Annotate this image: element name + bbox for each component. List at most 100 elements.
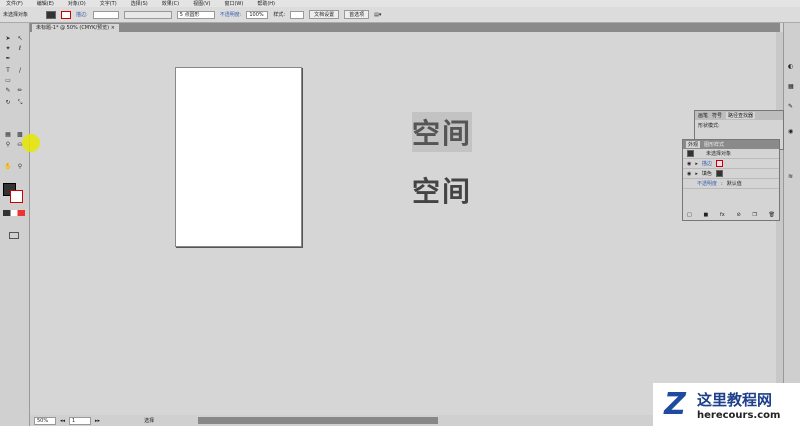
watermark-logo: Z [664, 387, 686, 422]
tab-pathfinder[interactable]: 路径查找器 [726, 112, 756, 119]
arrange-icon[interactable]: ▤▾ [374, 12, 381, 18]
menu-edit[interactable]: 编辑(E) [37, 0, 54, 7]
add-effect-icon[interactable]: fx [720, 212, 725, 218]
control-bar: 未选择对象 描边: 5 点圆形 不透明度: 100% 样式: 文档设置 首选项 … [0, 7, 800, 23]
object-label: 未选择对象 [706, 151, 732, 157]
brush-tool-icon[interactable]: ✎ [4, 87, 12, 94]
appearance-tabs: 外观 图形样式 [683, 140, 779, 149]
menu-help[interactable]: 帮助(H) [257, 0, 275, 7]
direct-selection-tool-icon[interactable]: ↖ [16, 35, 24, 42]
pen-tool-icon[interactable]: ✒ [4, 55, 12, 62]
menu-view[interactable]: 视图(V) [193, 0, 210, 7]
zoom-tool-icon[interactable]: ⚲ [16, 163, 24, 170]
selection-status: 未选择对象 [3, 12, 29, 18]
pencil-tool-icon[interactable]: ✏ [16, 87, 24, 94]
first-page-icon[interactable]: ◂◂ [60, 418, 65, 424]
expand-arrow-icon[interactable]: ▸ [695, 171, 698, 177]
artboard-select[interactable]: 1 [69, 416, 92, 425]
hand-tool-icon[interactable]: ✋ [4, 163, 12, 170]
stroke-color-box[interactable] [10, 190, 23, 203]
tab-symbols[interactable]: 符号 [712, 112, 722, 119]
appearance-fill-row[interactable]: ◉ ▸ 填色 [683, 169, 779, 179]
tab-appearance[interactable]: 外观 [686, 141, 701, 148]
stroke-row-label[interactable]: 描边 [702, 160, 712, 167]
menu-select[interactable]: 选择(S) [131, 0, 148, 7]
screen-mode-icon[interactable] [9, 232, 19, 239]
add-fill-icon[interactable]: ■ [703, 212, 708, 218]
visibility-eye-icon[interactable]: ◉ [687, 161, 691, 167]
line-tool-icon[interactable]: / [16, 67, 24, 74]
canvas-text-outlined[interactable]: 空间 [412, 112, 473, 152]
duplicate-icon[interactable]: ❐ [752, 212, 756, 218]
tab-graphic-styles[interactable]: 图形样式 [704, 141, 724, 148]
appearance-object-row: 未选择对象 [683, 149, 779, 159]
selection-tool-icon[interactable]: ➤ [4, 35, 12, 42]
brush-select[interactable]: 5 点圆形 [176, 10, 215, 19]
panel-dock: ◐ ▦ ✎ ◉ ≋ [783, 23, 800, 426]
menu-effect[interactable]: 效果(C) [162, 0, 179, 7]
document-setup-button[interactable]: 文档设置 [309, 10, 340, 19]
next-page-icon[interactable]: ▸▸ [95, 418, 100, 424]
appearance-panel-icon[interactable]: ◉ [788, 128, 793, 135]
color-panel-icon[interactable]: ◐ [788, 63, 793, 70]
style-label: 样式: [273, 12, 286, 18]
opacity-row-label[interactable]: 不透明度 [697, 180, 717, 187]
color-mode-buttons[interactable] [3, 210, 25, 216]
opacity-row-value: 默认值 [726, 181, 742, 187]
delete-icon[interactable]: 🗑 [769, 212, 775, 218]
style-select[interactable] [290, 10, 305, 19]
vertical-scrollbar[interactable] [776, 32, 783, 412]
menu-object[interactable]: 对象(O) [68, 0, 86, 7]
document-tab[interactable]: 未标题-1* @ 50% (CMYK/预览) × [32, 24, 119, 32]
scale-tool-icon[interactable]: ⤡ [16, 99, 24, 106]
stroke-swatch[interactable] [61, 10, 71, 19]
stroke-weight-input[interactable] [92, 10, 119, 19]
stroke-label[interactable]: 描边: [76, 11, 88, 18]
artboard[interactable] [175, 67, 302, 247]
menu-file[interactable]: 文件(F) [6, 0, 23, 7]
menu-window[interactable]: 窗口(W) [224, 0, 243, 7]
document-tab-bar: 未标题-1* @ 50% (CMYK/预览) × [30, 23, 780, 32]
watermark-url: herecours.com [697, 409, 781, 421]
opacity-label[interactable]: 不透明度: [220, 11, 242, 18]
close-icon[interactable]: × [111, 25, 115, 31]
current-tool-status: 选择 [144, 418, 155, 424]
canvas-text[interactable]: 空间 [412, 170, 472, 210]
appearance-opacity-row[interactable]: 不透明度: 默认值 [683, 179, 779, 189]
preferences-button[interactable]: 首选项 [344, 10, 370, 19]
object-thumbnail [687, 150, 694, 157]
cursor-highlight [22, 134, 40, 152]
shape-modes-label: 形状模式: [698, 123, 720, 129]
expand-arrow-icon[interactable]: ▸ [695, 161, 698, 167]
watermark: Z 这里教程网 herecours.com [653, 383, 800, 426]
layers-panel-icon[interactable]: ≋ [788, 173, 793, 180]
appearance-stroke-row[interactable]: ◉ ▸ 描边 [683, 159, 779, 169]
visibility-eye-icon[interactable]: ◉ [687, 171, 691, 177]
opacity-input[interactable]: 100% [246, 10, 269, 19]
watermark-name: 这里教程网 [697, 390, 773, 409]
lasso-icon[interactable]: ℓ [16, 45, 24, 52]
menu-bar: 文件(F) 编辑(E) 对象(O) 文字(T) 选择(S) 效果(C) 视图(V… [0, 0, 800, 7]
horizontal-scrollbar[interactable] [198, 417, 439, 424]
menu-type[interactable]: 文字(T) [100, 0, 117, 7]
stroke-row-swatch[interactable] [715, 160, 723, 167]
gradient-tool-icon[interactable]: ▦ [4, 131, 12, 138]
rotate-tool-icon[interactable]: ↻ [4, 99, 12, 106]
brushes-panel-icon[interactable]: ✎ [788, 103, 793, 110]
eyedropper-icon[interactable]: ⚲ [4, 141, 12, 148]
pathfinder-tabs: 画笔 符号 路径查找器 [695, 111, 783, 120]
variable-width-select[interactable] [123, 10, 172, 19]
magic-wand-icon[interactable]: ✦ [4, 45, 12, 52]
fill-swatch[interactable] [46, 10, 56, 19]
zoom-select[interactable]: 50% [34, 416, 56, 425]
fill-row-swatch[interactable] [715, 170, 723, 177]
fill-row-label[interactable]: 填色 [702, 170, 712, 177]
tools-panel: ➤ ↖ ✦ ℓ ✒ T / ▭ ✎ ✏ ↻ ⤡ ▦ ▩ ⚲ ⛀ ✋ ⚲ [0, 23, 30, 426]
clear-icon[interactable]: ⊘ [736, 212, 740, 218]
add-stroke-icon[interactable]: □ [687, 212, 692, 218]
rectangle-tool-icon[interactable]: ▭ [4, 77, 12, 84]
type-tool-icon[interactable]: T [4, 67, 12, 74]
appearance-panel: 外观 图形样式 未选择对象 ◉ ▸ 描边 ◉ ▸ 填色 不透明度: 默认值 □ ■ fx ⊘ ❐ 🗑 [682, 139, 780, 221]
swatches-panel-icon[interactable]: ▦ [788, 83, 794, 90]
tab-brushes[interactable]: 画笔 [698, 112, 708, 119]
